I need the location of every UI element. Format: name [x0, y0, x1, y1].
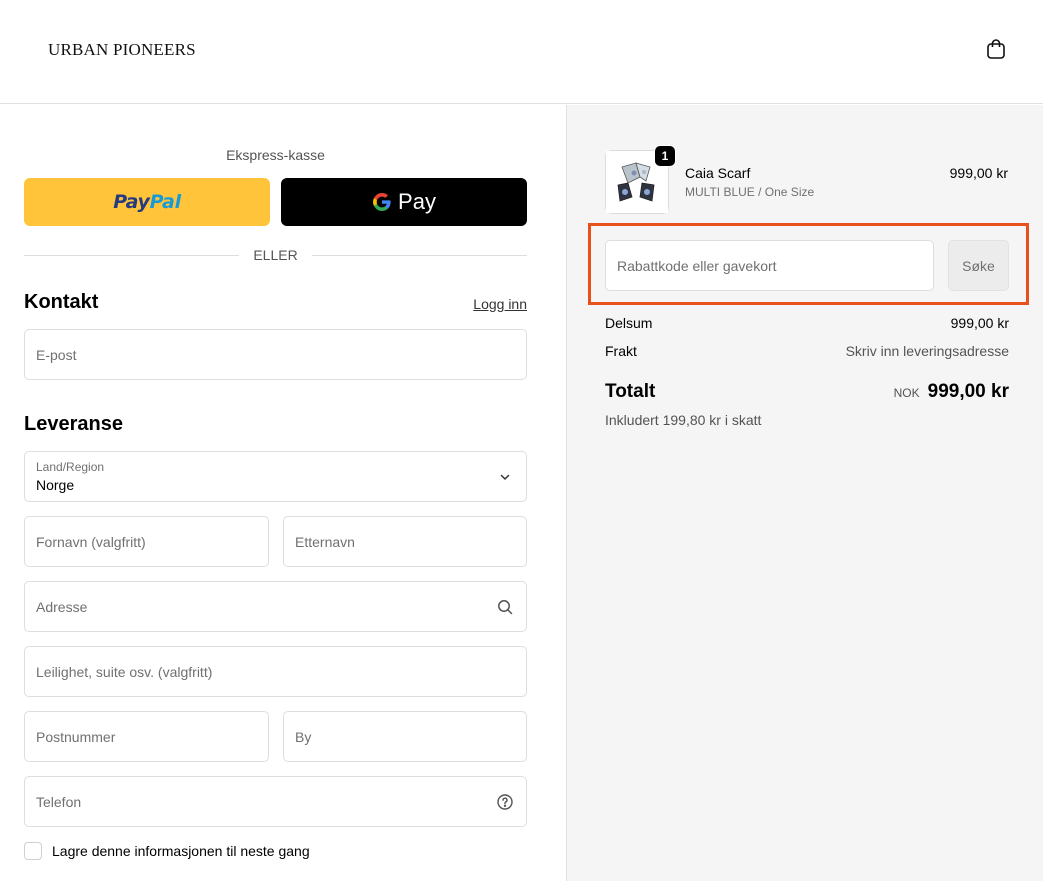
express-checkout-title: Ekspress-kasse	[226, 147, 325, 163]
apartment-field[interactable]: Leilighet, suite osv. (valgfritt)	[24, 646, 527, 697]
save-info-row: Lagre denne informasjonen til neste gang	[24, 842, 310, 860]
delivery-heading: Leveranse	[24, 413, 123, 435]
subtotal-value: 999,00 kr	[950, 315, 1009, 331]
email-field[interactable]: E-post	[24, 329, 527, 380]
or-text: ELLER	[253, 247, 298, 263]
last-name-field[interactable]: Etternavn	[283, 516, 527, 567]
apply-discount-button[interactable]: Søke	[948, 240, 1009, 291]
total-label: Totalt	[605, 381, 656, 402]
country-select[interactable]: Land/Region Norge	[24, 451, 527, 502]
store-logo[interactable]: URBAN PIONEERS	[48, 40, 196, 60]
postcode-field[interactable]: Postnummer	[24, 711, 269, 762]
shipping-label: Frakt	[605, 343, 637, 359]
total-value: 999,00 kr	[927, 381, 1009, 402]
paypal-button[interactable]: PayPal	[24, 178, 270, 226]
country-label: Land/Region	[36, 460, 105, 474]
subtotal-label: Delsum	[605, 315, 653, 331]
or-divider: ELLER	[24, 245, 528, 265]
google-g-icon	[373, 193, 391, 211]
header: URBAN PIONEERS	[0, 0, 1043, 104]
total-amount: NOK 999,00 kr	[894, 381, 1009, 403]
checkout-form: Ekspress-kasse PayPal Pay ELLER Kontakt …	[0, 105, 566, 881]
product-variant: MULTI BLUE / One Size	[685, 185, 815, 199]
divider-line	[24, 254, 240, 256]
chevron-down-icon	[500, 474, 510, 480]
discount-code-input[interactable]: Rabattkode eller gavekort	[605, 240, 934, 291]
order-summary: 1 Caia Scarf MULTI BLUE / One Size 999,0…	[566, 105, 1043, 881]
divider-line	[311, 254, 528, 256]
help-icon[interactable]	[496, 793, 514, 811]
discount-placeholder: Rabattkode eller gavekort	[617, 258, 777, 274]
quantity-badge: 1	[654, 145, 676, 167]
city-field[interactable]: By	[283, 711, 527, 762]
tax-note: Inkludert 199,80 kr i skatt	[605, 412, 762, 428]
first-name-field[interactable]: Fornavn (valgfritt)	[24, 516, 269, 567]
contact-heading: Kontakt	[24, 291, 99, 313]
shopping-bag-icon[interactable]	[984, 37, 1008, 61]
apartment-placeholder: Leilighet, suite osv. (valgfritt)	[36, 664, 213, 680]
shipping-value: Skriv inn leveringsadresse	[845, 343, 1009, 359]
country-value: Norge	[36, 477, 75, 493]
address-field[interactable]: Adresse	[24, 581, 527, 632]
city-placeholder: By	[295, 729, 312, 745]
search-icon	[498, 600, 513, 615]
total-row: Totalt NOK 999,00 kr	[605, 381, 1009, 403]
first-name-placeholder: Fornavn (valgfritt)	[36, 534, 146, 550]
phone-placeholder: Telefon	[36, 794, 82, 810]
postcode-placeholder: Postnummer	[36, 729, 116, 745]
save-info-label[interactable]: Lagre denne informasjonen til neste gang	[52, 843, 310, 859]
google-pay-button[interactable]: Pay	[281, 178, 527, 226]
shipping-row: Frakt Skriv inn leveringsadresse	[605, 343, 1009, 359]
login-link[interactable]: Logg inn	[473, 296, 527, 312]
subtotal-row: Delsum 999,00 kr	[605, 315, 1009, 331]
last-name-placeholder: Etternavn	[295, 534, 355, 550]
address-placeholder: Adresse	[36, 599, 88, 615]
total-currency: NOK	[893, 386, 920, 400]
paypal-logo: PayPal	[113, 191, 181, 213]
product-name: Caia Scarf	[685, 165, 751, 181]
product-price: 999,00 kr	[949, 165, 1008, 181]
email-placeholder: E-post	[36, 347, 77, 363]
google-pay-label: Pay	[398, 189, 436, 214]
save-info-checkbox[interactable]	[24, 842, 42, 860]
phone-field[interactable]: Telefon	[24, 776, 527, 827]
